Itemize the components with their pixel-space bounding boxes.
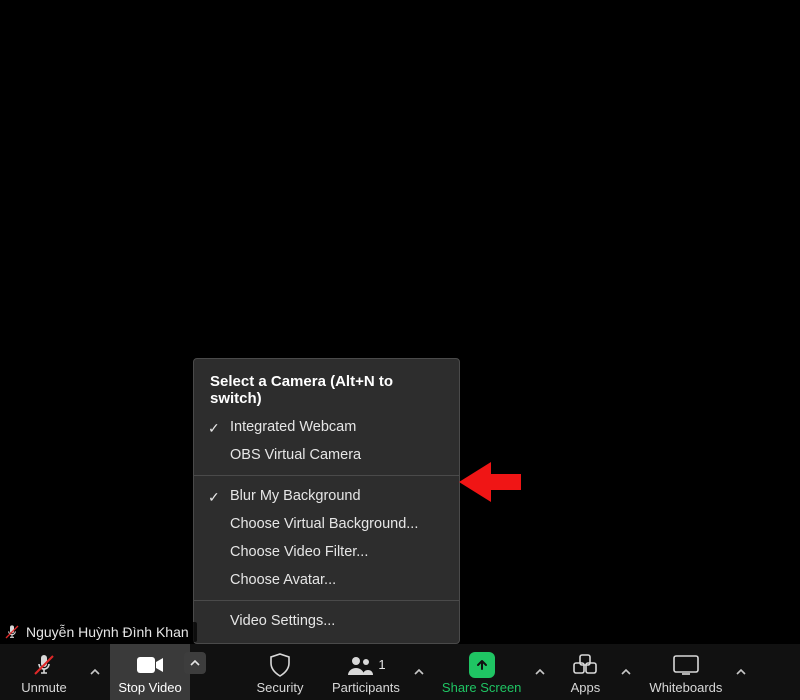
menu-item-video-filter[interactable]: Choose Video Filter... [194, 538, 459, 566]
whiteboards-button[interactable]: Whiteboards [641, 644, 730, 700]
menu-item-obs-virtual-camera[interactable]: OBS Virtual Camera [194, 441, 459, 469]
apps-options-caret[interactable] [615, 644, 637, 700]
menu-divider [194, 475, 459, 476]
menu-item-blur-background[interactable]: ✓ Blur My Background [194, 482, 459, 510]
chevron-up-icon [190, 658, 200, 668]
toolbar-label: Stop Video [118, 680, 181, 695]
menu-item-choose-avatar[interactable]: Choose Avatar... [194, 566, 459, 594]
chevron-up-icon [414, 667, 424, 677]
microphone-muted-icon [4, 624, 20, 640]
chevron-up-icon [736, 667, 746, 677]
apps-icon [573, 652, 597, 678]
check-icon: ✓ [208, 420, 220, 437]
participants-icon: 1 [346, 652, 385, 678]
toolbar-label: Participants [332, 680, 400, 695]
menu-item-virtual-background[interactable]: Choose Virtual Background... [194, 510, 459, 538]
toolbar-label: Share Screen [442, 680, 522, 695]
microphone-muted-icon [32, 652, 56, 678]
menu-header: Select a Camera (Alt+N to switch) [194, 367, 459, 413]
whiteboard-icon [673, 652, 699, 678]
shield-icon [269, 652, 291, 678]
menu-item-label: Video Settings... [230, 613, 335, 629]
stop-video-button[interactable]: Stop Video [110, 644, 190, 700]
share-options-caret[interactable] [529, 644, 551, 700]
menu-item-label: Choose Avatar... [230, 572, 336, 588]
toolbar-label: Apps [571, 680, 601, 695]
menu-item-label: Choose Virtual Background... [230, 516, 418, 532]
meeting-toolbar: Unmute Stop Video S [0, 644, 800, 700]
video-options-caret[interactable] [184, 652, 206, 674]
participants-options-caret[interactable] [408, 644, 430, 700]
menu-item-video-settings[interactable]: Video Settings... [194, 607, 459, 635]
toolbar-label: Whiteboards [649, 680, 722, 695]
share-screen-button[interactable]: Share Screen [434, 644, 530, 700]
participant-name-label: Nguyễn Huỳnh Đình Khan [26, 624, 189, 640]
unmute-button[interactable]: Unmute [4, 644, 84, 700]
participants-count: 1 [378, 657, 385, 672]
participant-name-badge: Nguyễn Huỳnh Đình Khan [2, 622, 197, 642]
chevron-up-icon [90, 667, 100, 677]
menu-item-integrated-webcam[interactable]: ✓ Integrated Webcam [194, 413, 459, 441]
menu-divider [194, 600, 459, 601]
audio-options-caret[interactable] [84, 644, 106, 700]
share-screen-icon [469, 652, 495, 678]
video-camera-icon [136, 652, 164, 678]
apps-button[interactable]: Apps [555, 644, 615, 700]
participants-button[interactable]: 1 Participants [324, 644, 408, 700]
toolbar-label: Security [257, 680, 304, 695]
chevron-up-icon [621, 667, 631, 677]
menu-item-label: Integrated Webcam [230, 419, 356, 435]
check-icon: ✓ [208, 489, 220, 506]
menu-item-label: Choose Video Filter... [230, 544, 368, 560]
security-button[interactable]: Security [240, 644, 320, 700]
toolbar-label: Unmute [21, 680, 67, 695]
video-options-menu: Select a Camera (Alt+N to switch) ✓ Inte… [193, 358, 460, 644]
menu-item-label: OBS Virtual Camera [230, 447, 361, 463]
chevron-up-icon [535, 667, 545, 677]
menu-item-label: Blur My Background [230, 488, 361, 504]
whiteboards-options-caret[interactable] [730, 644, 752, 700]
